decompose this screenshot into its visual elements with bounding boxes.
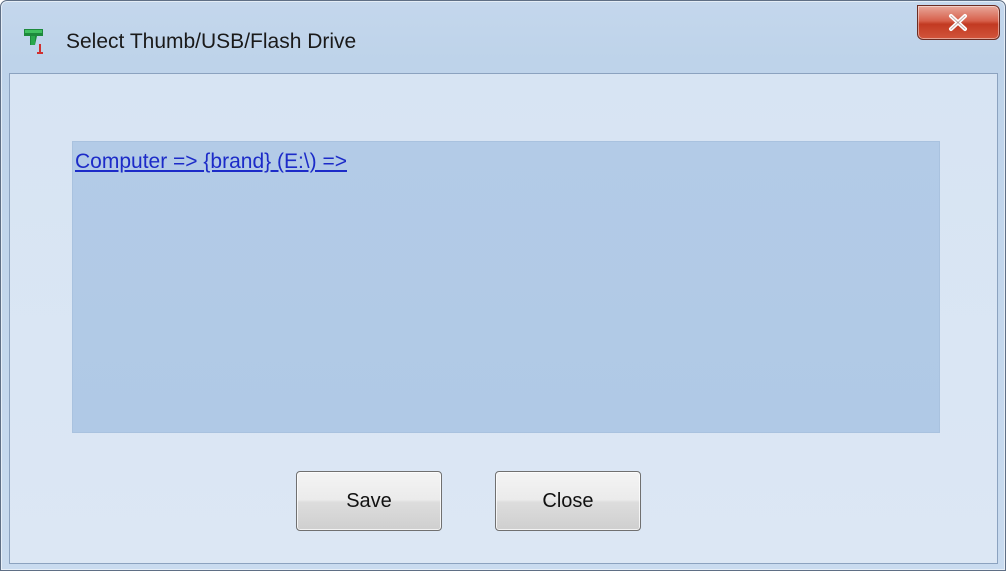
window-title: Select Thumb/USB/Flash Drive bbox=[66, 30, 357, 53]
close-button[interactable]: Close bbox=[495, 471, 641, 531]
save-button[interactable]: Save bbox=[296, 471, 442, 531]
dialog-window: Select Thumb/USB/Flash Drive Computer =>… bbox=[0, 0, 1006, 571]
breadcrumb-path-link[interactable]: Computer => {brand} (E:\) => bbox=[75, 150, 347, 174]
thumb-drive-app-icon bbox=[21, 27, 55, 57]
drive-path-panel[interactable]: Computer => {brand} (E:\) => bbox=[72, 141, 940, 433]
window-close-button[interactable] bbox=[917, 5, 1000, 40]
close-icon bbox=[918, 6, 999, 39]
dialog-client-area: Computer => {brand} (E:\) => Save Close bbox=[9, 73, 998, 564]
title-bar[interactable]: Select Thumb/USB/Flash Drive bbox=[1, 1, 1005, 73]
